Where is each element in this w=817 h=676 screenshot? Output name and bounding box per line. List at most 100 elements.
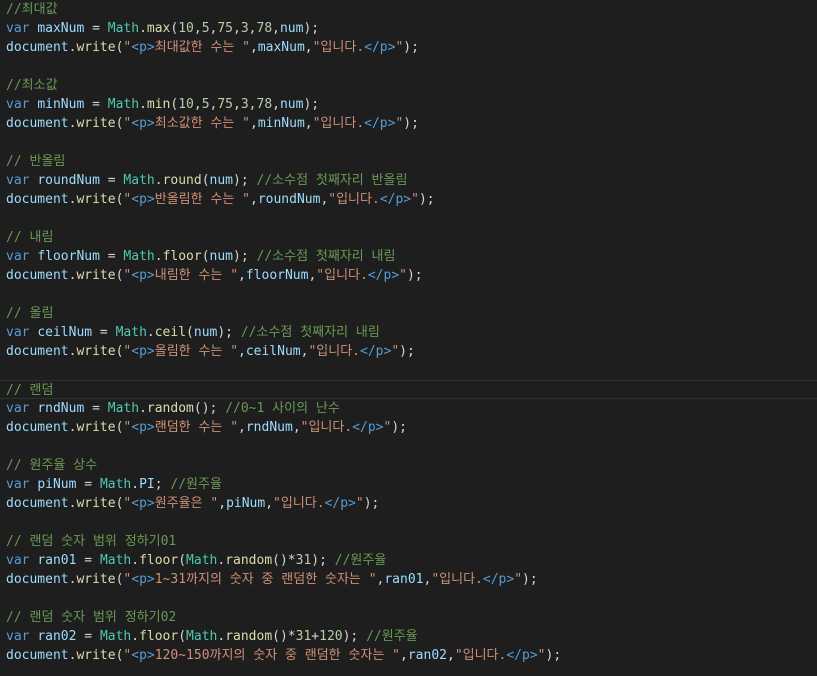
code-token-variable: rndNum bbox=[245, 420, 293, 435]
code-token-func: random bbox=[146, 401, 194, 416]
code-token-variable: num bbox=[209, 249, 234, 264]
code-line[interactable]: //최소값 bbox=[0, 76, 817, 95]
code-token-comment: //최대값 bbox=[6, 2, 58, 17]
code-token-variable: num bbox=[279, 21, 304, 36]
code-line[interactable]: document.write("<p>최소값한 수는 ",minNum,"입니다… bbox=[0, 114, 817, 133]
code-token-variable: maxNum bbox=[37, 21, 85, 36]
code-token-string: " bbox=[355, 496, 364, 511]
code-line[interactable]: document.write("<p>1~31까지의 숫자 중 랜덤한 숫자는 … bbox=[0, 570, 817, 589]
code-token-plain: . bbox=[154, 249, 163, 264]
code-token-func: write bbox=[76, 344, 116, 359]
code-token-func: max bbox=[146, 21, 171, 36]
code-token-plain: ( bbox=[186, 325, 194, 340]
code-token-string: 최소값한 수는 " bbox=[154, 116, 250, 131]
code-token-class: Math bbox=[107, 21, 140, 36]
code-token-tag: </p> bbox=[367, 268, 400, 283]
code-token-plain: ); bbox=[403, 40, 419, 55]
code-line[interactable] bbox=[0, 57, 817, 76]
code-line[interactable]: var piNum = Math.PI; //원주율 bbox=[0, 475, 817, 494]
code-line[interactable]: document.write("<p>랜덤한 수는 ",rndNum,"입니다.… bbox=[0, 418, 817, 437]
code-token-tag: <p> bbox=[131, 192, 155, 207]
code-token-plain: (); bbox=[193, 401, 226, 416]
code-line[interactable]: document.write("<p>원주율은 ",piNum,"입니다.</p… bbox=[0, 494, 817, 513]
code-token-plain: , bbox=[272, 97, 280, 112]
code-token-number: 78 bbox=[256, 97, 273, 112]
code-token-tag: </p> bbox=[482, 572, 515, 587]
code-line[interactable] bbox=[0, 361, 817, 380]
code-token-variable: minNum bbox=[37, 97, 85, 112]
code-line[interactable]: document.write("<p>반올림한 수는 ",roundNum,"입… bbox=[0, 190, 817, 209]
code-token-plain: , bbox=[248, 97, 257, 112]
code-line[interactable]: var ran02 = Math.floor(Math.random()*31+… bbox=[0, 627, 817, 646]
code-line[interactable]: var floorNum = Math.floor(num); //소수점 첫째… bbox=[0, 247, 817, 266]
code-line[interactable]: var minNum = Math.min(10,5,75,3,78,num); bbox=[0, 95, 817, 114]
code-line[interactable] bbox=[0, 513, 817, 532]
code-line[interactable]: // 원주율 상수 bbox=[0, 456, 817, 475]
code-line[interactable]: document.write("<p>120~150까지의 숫자 중 랜덤한 숫… bbox=[0, 646, 817, 665]
code-token-plain: , bbox=[218, 496, 227, 511]
code-token-tag: <p> bbox=[131, 344, 155, 359]
code-line[interactable] bbox=[0, 437, 817, 456]
code-line[interactable] bbox=[0, 209, 817, 228]
code-line[interactable]: // 랜덤 숫자 범위 정하기02 bbox=[0, 608, 817, 627]
code-token-plain: . bbox=[217, 629, 226, 644]
code-line[interactable]: // 내림 bbox=[0, 228, 817, 247]
code-token-number: 5 bbox=[201, 97, 210, 112]
code-line[interactable]: // 반올림 bbox=[0, 152, 817, 171]
code-token-plain: = bbox=[76, 629, 100, 644]
code-line[interactable]: document.write("<p>올림한 수는 ",ceilNum,"입니다… bbox=[0, 342, 817, 361]
code-token-keyword: var bbox=[6, 249, 30, 264]
code-token-plain: = bbox=[84, 97, 108, 112]
code-line[interactable]: //최대값 bbox=[0, 0, 817, 19]
code-token-class: Math bbox=[186, 553, 218, 568]
code-line[interactable]: document.write("<p>최대값한 수는 ",maxNum,"입니다… bbox=[0, 38, 817, 57]
code-token-tag: <p> bbox=[131, 496, 155, 511]
code-token-func: write bbox=[76, 420, 116, 435]
code-token-func: write bbox=[76, 192, 116, 207]
code-token-plain: . bbox=[139, 401, 147, 416]
code-line[interactable]: var ran01 = Math.floor(Math.random()*31)… bbox=[0, 551, 817, 570]
code-editor[interactable]: //최대값 var maxNum = Math.max(10,5,75,3,78,… bbox=[0, 0, 817, 676]
code-token-plain: ); bbox=[406, 268, 423, 283]
code-token-string: "입니다. bbox=[300, 420, 353, 435]
code-token-variable: piNum bbox=[226, 496, 266, 511]
code-line[interactable] bbox=[0, 285, 817, 304]
code-token-tag: <p> bbox=[131, 116, 155, 131]
code-token-func: write bbox=[76, 648, 116, 663]
code-line[interactable]: // 랜덤 숫자 범위 정하기01 bbox=[0, 532, 817, 551]
code-token-plain: , bbox=[238, 420, 246, 435]
code-token-tag: </p> bbox=[324, 496, 356, 511]
code-line[interactable] bbox=[0, 133, 817, 152]
code-token-string: 원주율은 " bbox=[154, 496, 219, 511]
code-line[interactable]: var maxNum = Math.max(10,5,75,3,78,num); bbox=[0, 19, 817, 38]
code-token-plain: = bbox=[84, 21, 108, 36]
code-line[interactable] bbox=[0, 589, 817, 608]
code-line[interactable]: var ceilNum = Math.ceil(num); //소수점 첫째자리… bbox=[0, 323, 817, 342]
code-line[interactable]: var roundNum = Math.round(num); //소수점 첫째… bbox=[0, 171, 817, 190]
code-line[interactable]: var rndNum = Math.random(); //0~1 사이의 난수 bbox=[0, 399, 817, 418]
code-token-comment: // 랜덤 숫자 범위 정하기01 bbox=[6, 534, 177, 549]
code-token-class: Math bbox=[99, 629, 132, 644]
code-token-plain: , bbox=[400, 648, 408, 663]
code-token-string: " bbox=[514, 572, 523, 587]
code-token-keyword: var bbox=[6, 325, 30, 340]
code-token-func: min bbox=[146, 97, 171, 112]
code-token-comment: //원주율 bbox=[170, 477, 222, 492]
code-token-plain: ); bbox=[522, 572, 538, 587]
code-token-string: "입니다. bbox=[273, 496, 325, 511]
code-token-tag: </p> bbox=[360, 344, 392, 359]
code-token-plain: ()* bbox=[272, 629, 296, 644]
code-token-tag: </p> bbox=[364, 116, 396, 131]
code-token-variable: document bbox=[6, 572, 69, 587]
code-token-plain: ); bbox=[303, 21, 320, 36]
code-token-func: floor bbox=[139, 553, 179, 568]
code-line[interactable]: document.write("<p>내림한 수는 ",floorNum,"입니… bbox=[0, 266, 817, 285]
code-line[interactable]: // 올림 bbox=[0, 304, 817, 323]
code-token-func: random bbox=[225, 629, 273, 644]
code-line[interactable]: // 랜덤 bbox=[0, 380, 817, 399]
code-token-plain: = bbox=[76, 553, 100, 568]
code-token-variable: document bbox=[6, 116, 69, 131]
code-token-comment: // 반올림 bbox=[6, 154, 66, 169]
code-token-number: 3 bbox=[240, 21, 249, 36]
code-token-comment: //최소값 bbox=[6, 78, 58, 93]
